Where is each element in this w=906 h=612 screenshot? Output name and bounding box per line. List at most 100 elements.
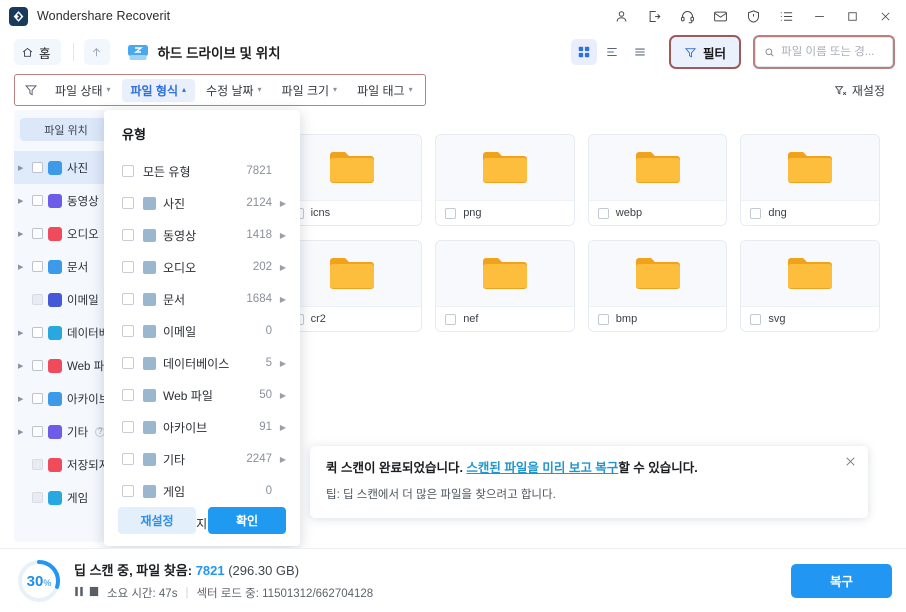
recover-button[interactable]: 복구 [791,563,892,598]
expand-arrow-icon[interactable]: ▶ [18,329,27,337]
dropdown-row-checkbox[interactable] [122,389,134,401]
file-card[interactable]: icns [282,134,423,226]
dropdown-row-checkbox[interactable] [122,421,134,433]
sidebar-item[interactable]: ▶ 아카이브 [14,382,118,415]
file-card-checkbox[interactable] [597,313,609,325]
dropdown-row-checkbox[interactable] [122,229,134,241]
up-button[interactable] [83,39,110,65]
sidebar-item[interactable]: ▶ 오디오 [14,217,118,250]
expand-arrow-icon[interactable]: ▶ [18,164,27,172]
sidebar-item-checkbox[interactable] [32,492,43,503]
sidebar-item-checkbox[interactable] [32,459,43,470]
shield-icon[interactable] [737,1,770,31]
stop-button[interactable] [89,586,99,600]
file-card-checkbox[interactable] [597,207,609,219]
dropdown-row[interactable]: 아카이브 91 ▶ [104,411,300,443]
dropdown-row-checkbox[interactable] [122,261,134,273]
filter-chip-file-status[interactable]: 파일 상태 ▾ [46,79,120,102]
dropdown-row-checkbox[interactable] [122,197,134,209]
expand-arrow-icon[interactable]: ▶ [18,428,27,436]
dropdown-row[interactable]: 데이터베이스 5 ▶ [104,347,300,379]
sidebar-item-checkbox[interactable] [32,195,43,206]
dropdown-row[interactable]: 모든 유형 7821 [104,155,300,187]
notification-link[interactable]: 스캔된 파일을 미리 보고 복구 [466,461,618,475]
sidebar-item-checkbox[interactable] [32,360,43,371]
sidebar-item-checkbox[interactable] [32,426,43,437]
list-menu-icon[interactable] [770,1,803,31]
chevron-right-icon[interactable]: ▶ [278,295,286,304]
file-card[interactable]: dng [740,134,880,226]
file-card-checkbox[interactable] [445,207,457,219]
chevron-right-icon[interactable]: ▶ [278,391,286,400]
file-card[interactable]: svg [740,240,880,332]
login-export-icon[interactable] [638,1,671,31]
dropdown-row[interactable]: 게임 0 [104,475,300,507]
mail-icon[interactable] [704,1,737,31]
maximize-icon[interactable] [836,1,869,31]
dropdown-row[interactable]: 이메일 0 [104,315,300,347]
dropdown-row[interactable]: 동영상 1418 ▶ [104,219,300,251]
search-input[interactable] [781,46,884,58]
expand-arrow-icon[interactable]: ▶ [18,362,27,370]
filter-chip-file-type[interactable]: 파일 형식 ▴ [121,78,196,102]
dropdown-reset-button[interactable]: 재설정 [118,507,196,534]
expand-arrow-icon[interactable]: ▶ [18,197,27,205]
dropdown-row[interactable]: Web 파일 50 ▶ [104,379,300,411]
file-card[interactable]: webp [587,134,728,226]
dropdown-row[interactable]: 사진 2124 ▶ [104,187,300,219]
dropdown-row-checkbox[interactable] [122,485,134,497]
user-icon[interactable] [605,1,638,31]
dropdown-row[interactable]: 오디오 202 ▶ [104,251,300,283]
sidebar-item-checkbox[interactable] [32,327,43,338]
minimize-icon[interactable] [803,1,836,31]
dropdown-row-checkbox[interactable] [122,293,134,305]
sidebar-item[interactable]: 저장되지 [14,448,118,481]
expand-arrow-icon[interactable]: ▶ [18,263,27,271]
dropdown-row-checkbox[interactable] [122,453,134,465]
sidebar-tab-file-location[interactable]: 파일 위치 [20,118,112,141]
chevron-right-icon[interactable]: ▶ [278,423,286,432]
sidebar-item[interactable]: ▶ 동영상 [14,184,118,217]
file-card-checkbox[interactable] [750,313,762,325]
expand-arrow-icon[interactable]: ▶ [18,395,27,403]
chevron-right-icon[interactable]: ▶ [278,455,286,464]
file-card[interactable]: png [435,134,575,226]
reset-filters-button[interactable]: 재설정 [827,79,892,102]
dropdown-confirm-button[interactable]: 확인 [208,507,286,534]
pause-button[interactable] [74,586,84,600]
sidebar-item-checkbox[interactable] [32,261,43,272]
chevron-right-icon[interactable]: ▶ [278,263,286,272]
chevron-right-icon[interactable]: ▶ [278,359,286,368]
dropdown-row-checkbox[interactable] [122,325,134,337]
file-card[interactable]: nef [435,240,575,332]
filter-chip-file-size[interactable]: 파일 크기 ▾ [273,79,347,102]
close-icon[interactable] [869,1,902,31]
drive-breadcrumb[interactable]: 하드 드라이브 및 위치 [126,42,281,63]
file-card-checkbox[interactable] [445,313,457,325]
chevron-right-icon[interactable]: ▶ [278,231,286,240]
sidebar-item-checkbox[interactable] [32,294,43,305]
list-view-button[interactable] [627,39,653,65]
close-icon[interactable] [844,455,857,471]
sidebar-item-checkbox[interactable] [32,393,43,404]
sidebar-item[interactable]: ▶ 문서 [14,250,118,283]
sidebar-item-checkbox[interactable] [32,162,43,173]
file-card[interactable]: cr2 [282,240,423,332]
filter-button[interactable]: 필터 [668,35,742,69]
expand-arrow-icon[interactable]: ▶ [18,230,27,238]
sidebar-item[interactable]: ▶ 기타? [14,415,118,448]
sidebar-item[interactable]: ▶ Web 파 [14,349,118,382]
sidebar-item[interactable]: ▶ 사진 [14,151,118,184]
dropdown-row[interactable]: 기타 2247 ▶ [104,443,300,475]
file-card[interactable]: bmp [587,240,728,332]
filter-chip-modified-date[interactable]: 수정 날짜 ▾ [197,79,271,102]
sidebar-item[interactable]: ▶ 데이터베 [14,316,118,349]
sidebar-item-checkbox[interactable] [32,228,43,239]
sidebar-item[interactable]: 이메일 [14,283,118,316]
search-box[interactable] [753,35,895,69]
dropdown-row[interactable]: 문서 1684 ▶ [104,283,300,315]
sidebar-item[interactable]: 게임 [14,481,118,514]
grid-view-button[interactable] [570,39,597,65]
home-button[interactable]: 홈 [14,39,61,65]
dropdown-row-checkbox[interactable] [122,357,134,369]
